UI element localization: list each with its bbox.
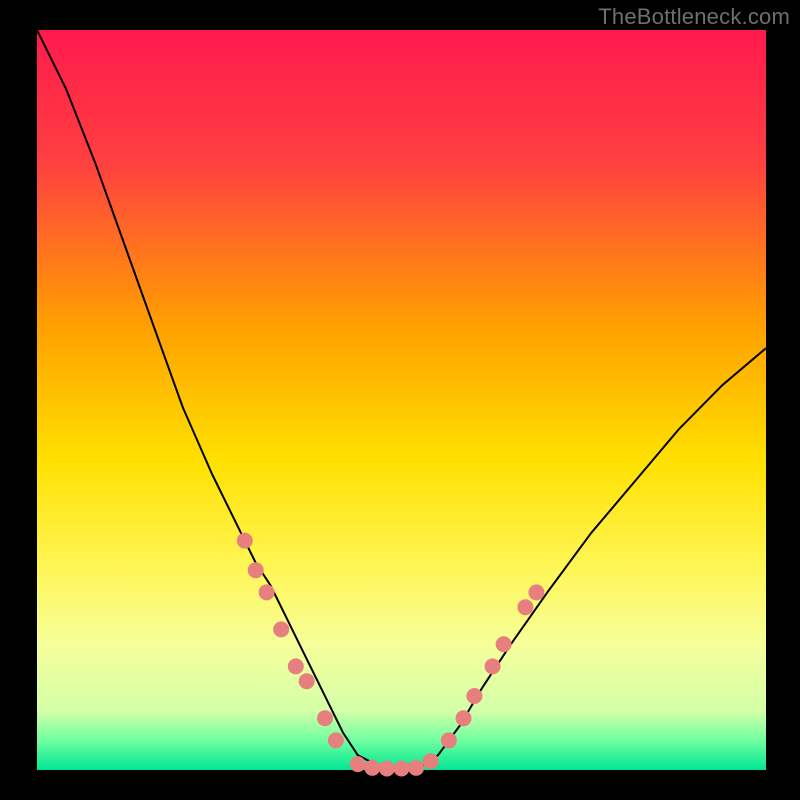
marker-point	[423, 753, 439, 769]
marker-point	[408, 760, 424, 776]
marker-point	[456, 710, 472, 726]
marker-point	[299, 673, 315, 689]
marker-point	[317, 710, 333, 726]
plot-background	[37, 30, 766, 770]
marker-point	[288, 658, 304, 674]
marker-point	[364, 760, 380, 776]
marker-point	[466, 688, 482, 704]
marker-point	[248, 562, 264, 578]
marker-point	[441, 732, 457, 748]
marker-point	[273, 621, 289, 637]
marker-point	[350, 756, 366, 772]
watermark-text: TheBottleneck.com	[598, 4, 790, 30]
marker-point	[485, 658, 501, 674]
marker-point	[259, 584, 275, 600]
marker-point	[328, 732, 344, 748]
marker-point	[517, 599, 533, 615]
marker-point	[237, 533, 253, 549]
marker-point	[496, 636, 512, 652]
bottleneck-chart	[0, 0, 800, 800]
marker-point	[379, 761, 395, 777]
chart-frame: TheBottleneck.com	[0, 0, 800, 800]
marker-point	[528, 584, 544, 600]
marker-point	[394, 761, 410, 777]
